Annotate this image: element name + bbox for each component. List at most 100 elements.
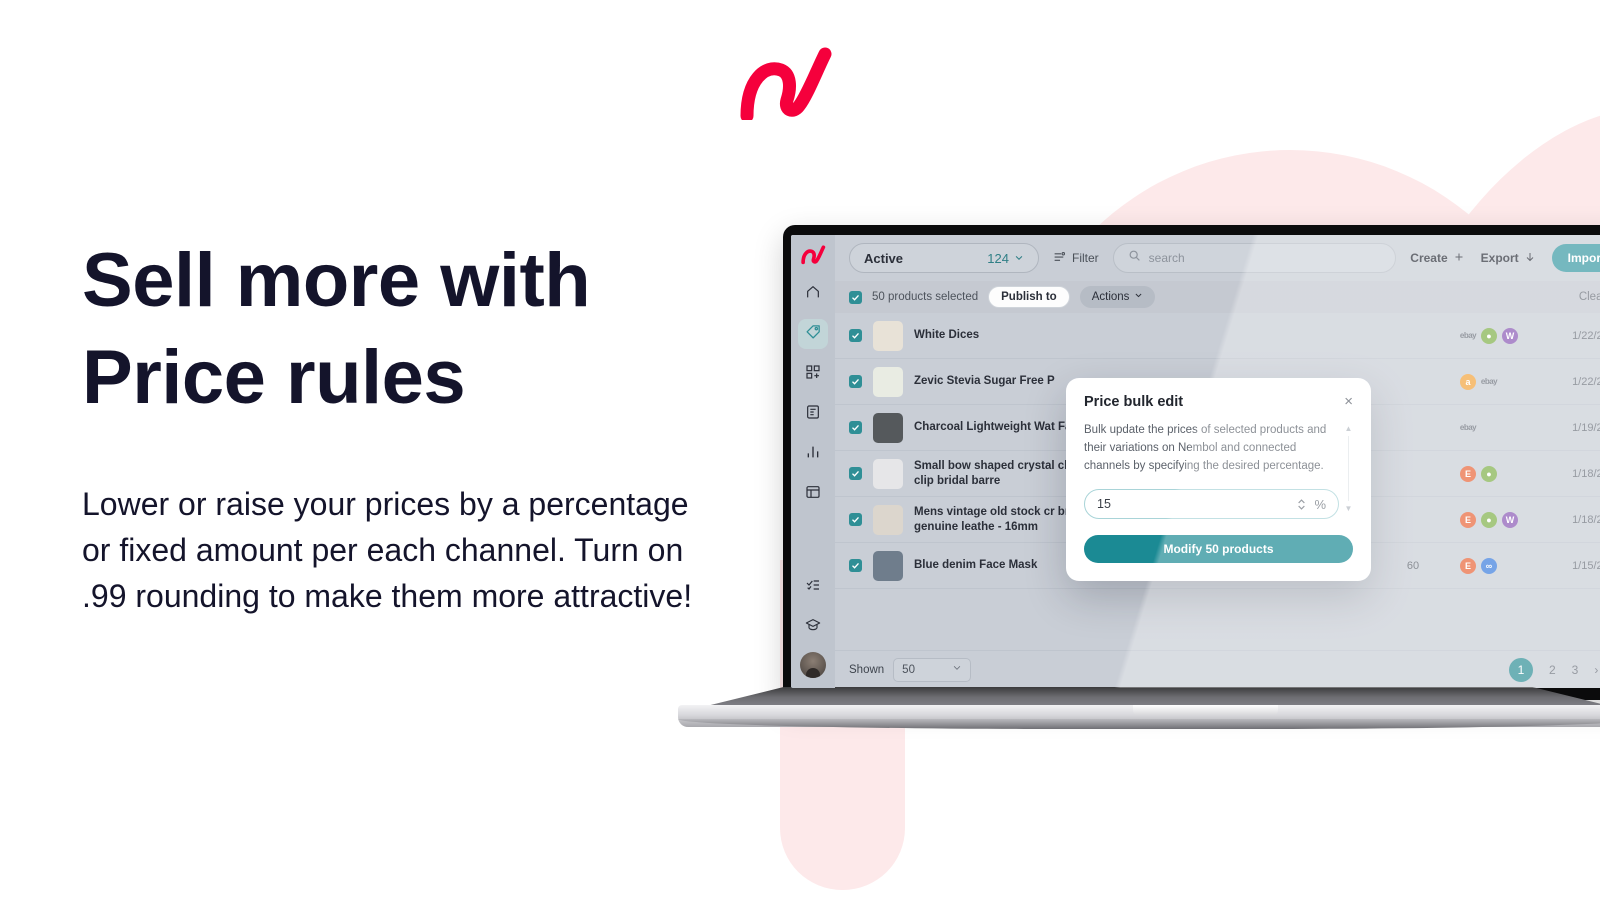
scroll-track [1348, 436, 1349, 502]
ebay-channel-icon: ebay [1480, 377, 1498, 386]
laptop-mockup: Active 124 Filter search Create Export I… [678, 225, 1600, 729]
marketing-copy: Sell more with Price rules Lower or rais… [82, 232, 722, 619]
product-thumbnail [873, 366, 903, 397]
user-avatar[interactable] [800, 652, 826, 678]
page-size-value: 50 [902, 663, 915, 676]
status-filter-label: Active [864, 250, 904, 266]
shopify-channel-icon: ● [1481, 511, 1497, 528]
sidebar-item-apps[interactable] [798, 359, 828, 389]
close-icon[interactable]: × [1344, 394, 1353, 409]
sidebar-item-products[interactable] [798, 319, 828, 349]
sidebar-item-tasks[interactable] [798, 572, 828, 602]
toolbar-actions: Create Export Impor [1410, 244, 1600, 272]
row-checkbox[interactable] [849, 375, 862, 388]
chevron-down-icon [1134, 291, 1143, 303]
sidebar-item-analytics[interactable] [798, 439, 828, 469]
headline-line-1: Sell more with [82, 238, 591, 323]
status-filter-count: 124 [987, 251, 1024, 266]
laptop-screen: Active 124 Filter search Create Export I… [791, 235, 1600, 688]
row-checkbox[interactable] [849, 329, 862, 342]
sidebar-item-academy[interactable] [798, 612, 828, 642]
scroll-up-arrow-icon: ▲ [1344, 424, 1353, 433]
channel-icons: a ebay [1460, 373, 1552, 390]
product-price: 60 [1406, 559, 1420, 572]
fb-channel-icon: ∞ [1481, 557, 1497, 574]
chevron-down-icon [952, 663, 962, 676]
sidebar-item-orders[interactable] [798, 399, 828, 429]
ebay-channel-icon: ebay [1459, 423, 1477, 432]
clear-all-button[interactable]: Clear all [1579, 291, 1600, 303]
product-thumbnail [873, 550, 903, 581]
price-bulk-edit-modal: Price bulk edit × Bulk update the prices… [1066, 378, 1371, 582]
app-toolbar: Active 124 Filter search Create Export I… [835, 235, 1600, 281]
row-checkbox[interactable] [849, 467, 862, 480]
publish-to-button[interactable]: Publish to [988, 286, 1070, 308]
sidebar-item-home[interactable] [798, 279, 828, 309]
page-title: Sell more with Price rules [82, 232, 722, 427]
filter-button[interactable]: Filter [1053, 250, 1099, 266]
nembol-logo-icon [735, 40, 835, 123]
scroll-down-arrow-icon: ▼ [1344, 504, 1353, 514]
laptop-notch [1133, 705, 1278, 717]
actions-label: Actions [1091, 291, 1130, 303]
search-input[interactable]: search [1112, 243, 1397, 273]
row-checkbox[interactable] [849, 513, 862, 526]
etsy-channel-icon: E [1460, 557, 1476, 574]
etsy-channel-icon: E [1460, 511, 1476, 528]
modal-header: Price bulk edit × [1084, 394, 1353, 410]
export-button[interactable]: Export [1481, 251, 1536, 266]
woo-channel-icon: W [1502, 327, 1518, 344]
page-button-3[interactable]: 3 [1572, 663, 1579, 677]
product-date: 1/18/2024 [1572, 513, 1600, 526]
promo-slide: Sell more with Price rules Lower or rais… [0, 0, 1600, 900]
chevron-down-icon [1014, 251, 1024, 266]
next-page-button[interactable]: › [1594, 663, 1598, 677]
publish-to-label: Publish to [1001, 291, 1057, 303]
product-date: 1/15/2024 [1572, 559, 1600, 572]
table-row[interactable]: White Dices ebay ● W 1/22/2024 [835, 313, 1600, 359]
modal-scrollbar[interactable]: ▲ ▼ [1344, 424, 1353, 513]
row-checkbox[interactable] [849, 559, 862, 572]
sidebar-item-layout[interactable] [798, 479, 828, 509]
search-icon [1128, 249, 1141, 267]
product-date: 1/18/2024 [1572, 467, 1600, 480]
product-thumbnail [873, 320, 903, 351]
shopify-channel-icon: ● [1481, 327, 1497, 344]
create-label: Create [1410, 251, 1448, 265]
headline-line-2: Price rules [82, 335, 466, 421]
filter-icon [1053, 250, 1066, 266]
app-sidebar [791, 235, 835, 688]
stepper-icon[interactable] [1297, 499, 1306, 510]
page-size-select[interactable]: 50 [893, 657, 972, 682]
page-button-1[interactable]: 1 [1508, 657, 1533, 682]
select-all-checkbox[interactable] [849, 290, 862, 304]
create-button[interactable]: Create [1410, 251, 1464, 266]
actions-dropdown[interactable]: Actions [1079, 286, 1156, 308]
status-filter-dropdown[interactable]: Active 124 [849, 243, 1039, 273]
percentage-input[interactable]: 15 % [1084, 489, 1339, 520]
percentage-value: 15 [1097, 497, 1111, 512]
page-button-2[interactable]: 2 [1549, 663, 1556, 677]
search-placeholder: search [1148, 251, 1185, 265]
download-arrow-icon [1524, 251, 1536, 266]
woo-channel-icon: W [1502, 511, 1518, 528]
product-thumbnail [873, 412, 903, 443]
modal-description: Bulk update the prices of selected produ… [1084, 424, 1327, 472]
row-checkbox[interactable] [849, 421, 862, 434]
shown-label: Shown [849, 663, 885, 676]
modal-body: Bulk update the prices of selected produ… [1084, 422, 1353, 520]
modify-products-button[interactable]: Modify 50 products [1084, 535, 1353, 564]
sidebar-logo-icon[interactable] [800, 243, 826, 265]
home-icon [805, 284, 821, 305]
subcopy-text: Lower or raise your prices by a percenta… [82, 485, 693, 614]
modal-title: Price bulk edit [1084, 394, 1184, 410]
pagination: 123›» [1508, 657, 1600, 682]
bar-chart-icon [805, 444, 821, 465]
selected-count-label: 50 products selected [872, 291, 979, 303]
tag-icon [805, 323, 822, 345]
import-button[interactable]: Import [1551, 244, 1600, 272]
amazon-channel-icon: a [1460, 373, 1476, 390]
grid-plus-icon [805, 364, 821, 385]
product-title[interactable]: White Dices [914, 328, 1129, 343]
layout-icon [805, 484, 821, 505]
